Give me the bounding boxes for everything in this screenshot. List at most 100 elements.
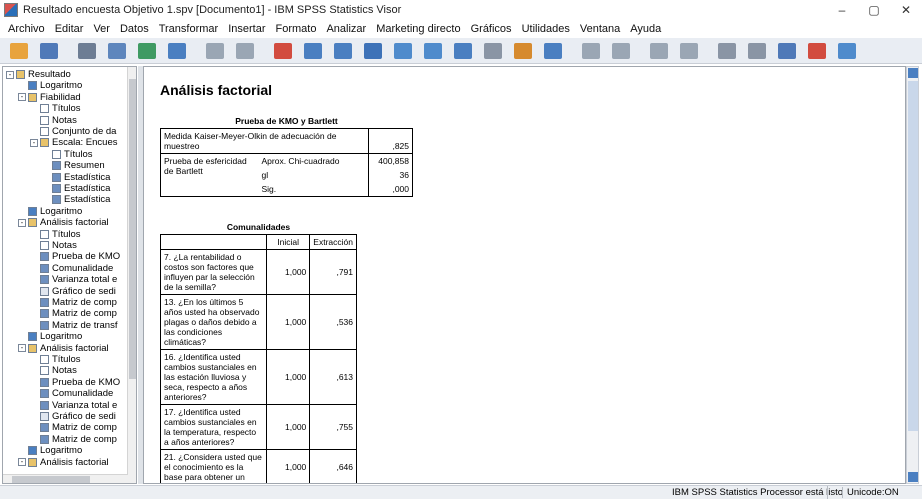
open-button[interactable] bbox=[8, 41, 30, 61]
scrollbar-thumb[interactable] bbox=[129, 79, 136, 379]
outline-item[interactable]: Varianza total e bbox=[30, 274, 117, 285]
show-all-variables-button[interactable] bbox=[422, 41, 444, 61]
collapse-toggle-icon[interactable]: - bbox=[18, 218, 26, 227]
expand-button[interactable] bbox=[648, 41, 670, 61]
redo-button[interactable] bbox=[234, 41, 256, 61]
outline-item[interactable]: Logaritmo bbox=[18, 331, 82, 342]
outline-item[interactable]: Comunalidade bbox=[30, 388, 113, 399]
kmo-bartlett-table[interactable]: Medida Kaiser-Meyer-Olkin de adecuación … bbox=[160, 128, 413, 197]
outline-item-label: Comunalidade bbox=[52, 262, 114, 274]
outline-item[interactable]: Matriz de comp bbox=[30, 297, 117, 308]
outline-item[interactable]: Títulos bbox=[30, 354, 81, 365]
outline-item[interactable]: Prueba de KMO bbox=[30, 377, 120, 388]
minimize-button[interactable]: – bbox=[826, 0, 858, 20]
outline-item[interactable]: Estadística bbox=[42, 183, 110, 194]
outline-horizontal-scrollbar[interactable] bbox=[3, 474, 128, 483]
chart-icon bbox=[40, 286, 49, 296]
outline-item[interactable]: Matriz de comp bbox=[30, 308, 117, 319]
menu-ventana[interactable]: Ventana bbox=[576, 23, 626, 35]
collapse-toggle-icon[interactable]: - bbox=[18, 93, 26, 102]
hide-button[interactable] bbox=[746, 41, 768, 61]
outline-item[interactable]: Títulos bbox=[42, 149, 93, 160]
outline-item[interactable]: - Escala: Encues bbox=[30, 137, 117, 148]
designate-window-button[interactable] bbox=[482, 41, 504, 61]
outline-item[interactable]: - Fiabilidad bbox=[18, 92, 81, 103]
scrollbar-thumb[interactable] bbox=[908, 81, 918, 431]
outline-item[interactable]: - Análisis factorial bbox=[18, 457, 109, 468]
menu-marketing-directo[interactable]: Marketing directo bbox=[372, 23, 466, 35]
menu-editar[interactable]: Editar bbox=[51, 23, 90, 35]
outline-item[interactable]: Varianza total e bbox=[30, 400, 117, 411]
outline-item[interactable]: - Análisis factorial bbox=[18, 343, 109, 354]
comunalidades-table[interactable]: Inicial Extracción 7. ¿La rentabilidad o… bbox=[160, 234, 357, 483]
outline-item[interactable]: Estadística bbox=[42, 194, 110, 205]
outline-item[interactable]: Notas bbox=[30, 115, 77, 126]
select-last-output-button[interactable] bbox=[542, 41, 564, 61]
show-button[interactable] bbox=[716, 41, 738, 61]
outline-item[interactable]: - Resultado bbox=[6, 69, 71, 80]
collapse-toggle-icon[interactable]: - bbox=[18, 344, 26, 353]
outline-item[interactable]: Gráfico de sedi bbox=[30, 411, 116, 422]
outline-item[interactable]: Prueba de KMO bbox=[30, 251, 120, 262]
menu-datos[interactable]: Datos bbox=[116, 23, 155, 35]
sig-value-cell: ,000 bbox=[368, 182, 413, 197]
menu-ver[interactable]: Ver bbox=[89, 23, 116, 35]
outline-item[interactable]: Logaritmo bbox=[18, 206, 82, 217]
outline-item[interactable]: Títulos bbox=[30, 103, 81, 114]
goto-variable-button[interactable] bbox=[332, 41, 354, 61]
outline-item[interactable]: Matriz de comp bbox=[30, 434, 117, 445]
menu-transformar[interactable]: Transformar bbox=[155, 23, 225, 35]
outline-item[interactable]: Matriz de comp bbox=[30, 422, 117, 433]
outline-vertical-scrollbar[interactable] bbox=[127, 67, 136, 483]
recall-dialog-button[interactable] bbox=[166, 41, 188, 61]
outline-item[interactable]: Comunalidade bbox=[30, 263, 113, 274]
goto-case-button[interactable] bbox=[302, 41, 324, 61]
menu-analizar[interactable]: Analizar bbox=[322, 23, 372, 35]
print-button[interactable] bbox=[76, 41, 98, 61]
outline-item-label: Resumen bbox=[64, 160, 105, 172]
menu-archivo[interactable]: Archivo bbox=[4, 23, 51, 35]
menu-insertar[interactable]: Insertar bbox=[224, 23, 271, 35]
menu-formato[interactable]: Formato bbox=[272, 23, 323, 35]
menu-gr-ficos[interactable]: Gráficos bbox=[467, 23, 518, 35]
demote-button[interactable] bbox=[610, 41, 632, 61]
outline-item[interactable]: Gráfico de sedi bbox=[30, 286, 116, 297]
close-button[interactable]: ✕ bbox=[890, 0, 922, 20]
collapse-toggle-icon[interactable]: - bbox=[18, 458, 26, 467]
insert-heading-button[interactable] bbox=[776, 41, 798, 61]
outline-item[interactable]: Conjunto de da bbox=[30, 126, 116, 137]
outline-item[interactable]: Estadística bbox=[42, 172, 110, 183]
scroll-up-arrow-icon[interactable] bbox=[908, 68, 918, 78]
collapse-toggle-icon[interactable]: - bbox=[30, 138, 38, 147]
outline-item-label: Análisis factorial bbox=[40, 456, 109, 468]
outline-item[interactable]: Notas bbox=[30, 240, 77, 251]
insert-title-button[interactable] bbox=[806, 41, 828, 61]
print-preview-button[interactable] bbox=[106, 41, 128, 61]
spell-check-button[interactable] bbox=[452, 41, 474, 61]
menu-ayuda[interactable]: Ayuda bbox=[626, 23, 667, 35]
promote-button[interactable] bbox=[580, 41, 602, 61]
outline-item[interactable]: Notas bbox=[30, 365, 77, 376]
outline-item[interactable]: Logaritmo bbox=[18, 80, 82, 91]
save-button[interactable] bbox=[38, 41, 60, 61]
scrollbar-thumb[interactable] bbox=[12, 476, 90, 483]
use-sets-button[interactable] bbox=[392, 41, 414, 61]
export-button[interactable] bbox=[136, 41, 158, 61]
outline-item[interactable]: Títulos bbox=[30, 229, 81, 240]
collapse-toggle-icon[interactable]: - bbox=[6, 70, 14, 79]
kmo-label-cell: Medida Kaiser-Meyer-Olkin de adecuación … bbox=[160, 128, 369, 154]
maximize-button[interactable]: ▢ bbox=[858, 0, 890, 20]
undo-button[interactable] bbox=[204, 41, 226, 61]
menu-utilidades[interactable]: Utilidades bbox=[518, 23, 576, 35]
insert-text-button[interactable] bbox=[836, 41, 858, 61]
collapse-button[interactable] bbox=[678, 41, 700, 61]
variables-button[interactable] bbox=[362, 41, 384, 61]
goto-data-button[interactable] bbox=[272, 41, 294, 61]
run-script-button[interactable] bbox=[512, 41, 534, 61]
scroll-down-arrow-icon[interactable] bbox=[908, 472, 918, 482]
outline-item[interactable]: - Análisis factorial bbox=[18, 217, 109, 228]
outline-item[interactable]: Resumen bbox=[42, 160, 105, 171]
content-vertical-scrollbar[interactable] bbox=[906, 66, 919, 484]
outline-item[interactable]: Logaritmo bbox=[18, 445, 82, 456]
outline-item[interactable]: Matriz de transf bbox=[30, 320, 117, 331]
